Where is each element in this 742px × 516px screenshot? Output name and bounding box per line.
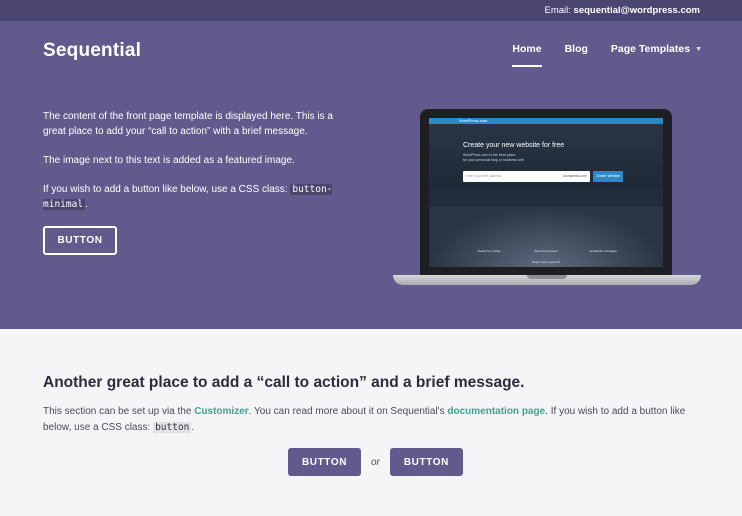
featured-image-laptop: WordPress.com Create your new website fo… — [393, 109, 701, 287]
email-label: Email: — [544, 5, 571, 16]
contact-email: Email: sequential@wordpress.com — [544, 5, 700, 16]
screen-nav: WordPress.com — [429, 118, 663, 124]
screen-headline: Create your new website for free — [463, 142, 565, 149]
cta-button-secondary[interactable]: BUTTON — [389, 448, 463, 476]
screen-input: enter your site address wordpress.com — [463, 171, 590, 182]
documentation-link[interactable]: documentation page — [447, 406, 545, 417]
laptop-lid: WordPress.com Create your new website fo… — [420, 109, 672, 276]
screen-feature: Ready for mobile — [477, 249, 501, 253]
chevron-down-icon: ▼ — [695, 46, 702, 53]
site-title[interactable]: Sequential — [43, 40, 141, 62]
screen-button: Create Website — [593, 171, 623, 182]
cta-buttons: BUTTON or BUTTON — [288, 448, 463, 476]
cta-button-primary[interactable]: BUTTON — [288, 448, 361, 476]
screen-feature: Security Focused — [534, 249, 558, 253]
screen-feature: Hundreds of designs — [589, 249, 617, 253]
screen-subtext: WordPress.com is the best place for your … — [463, 153, 525, 162]
nav-item-blog[interactable]: Blog — [565, 43, 588, 67]
css-class-code: button — [153, 422, 192, 433]
nav-item-home[interactable]: Home — [512, 43, 542, 67]
email-link[interactable]: sequential@wordpress.com — [574, 5, 700, 16]
laptop-notch — [527, 275, 567, 279]
hero-paragraph: The content of the front page template i… — [43, 111, 333, 137]
laptop-screen: WordPress.com Create your new website fo… — [429, 118, 663, 267]
cta-section: Another great place to add a “call to ac… — [43, 374, 713, 436]
hero-button[interactable]: BUTTON — [43, 226, 117, 255]
cta-heading: Another great place to add a “call to ac… — [43, 374, 525, 391]
customizer-link[interactable]: Customizer — [194, 406, 248, 417]
hero-section: Sequential Home Blog Page Templates ▼ The… — [0, 21, 742, 329]
or-separator: or — [371, 456, 380, 468]
cta-text: This section can be set up via the Custo… — [43, 406, 686, 433]
hero-paragraph: If you wish to add a button like below, … — [43, 184, 333, 210]
top-bar: Email: sequential@wordpress.com — [0, 0, 742, 21]
hero-content: The content of the front page template i… — [43, 109, 343, 226]
main-navigation: Home Blog Page Templates ▼ — [489, 43, 702, 67]
nav-item-page-templates[interactable]: Page Templates ▼ — [611, 43, 702, 67]
screen-footer: Need more reasons? — [531, 260, 560, 264]
hero-paragraph: The image next to this text is added as … — [43, 155, 295, 166]
screen-crowd-photo — [429, 207, 663, 267]
